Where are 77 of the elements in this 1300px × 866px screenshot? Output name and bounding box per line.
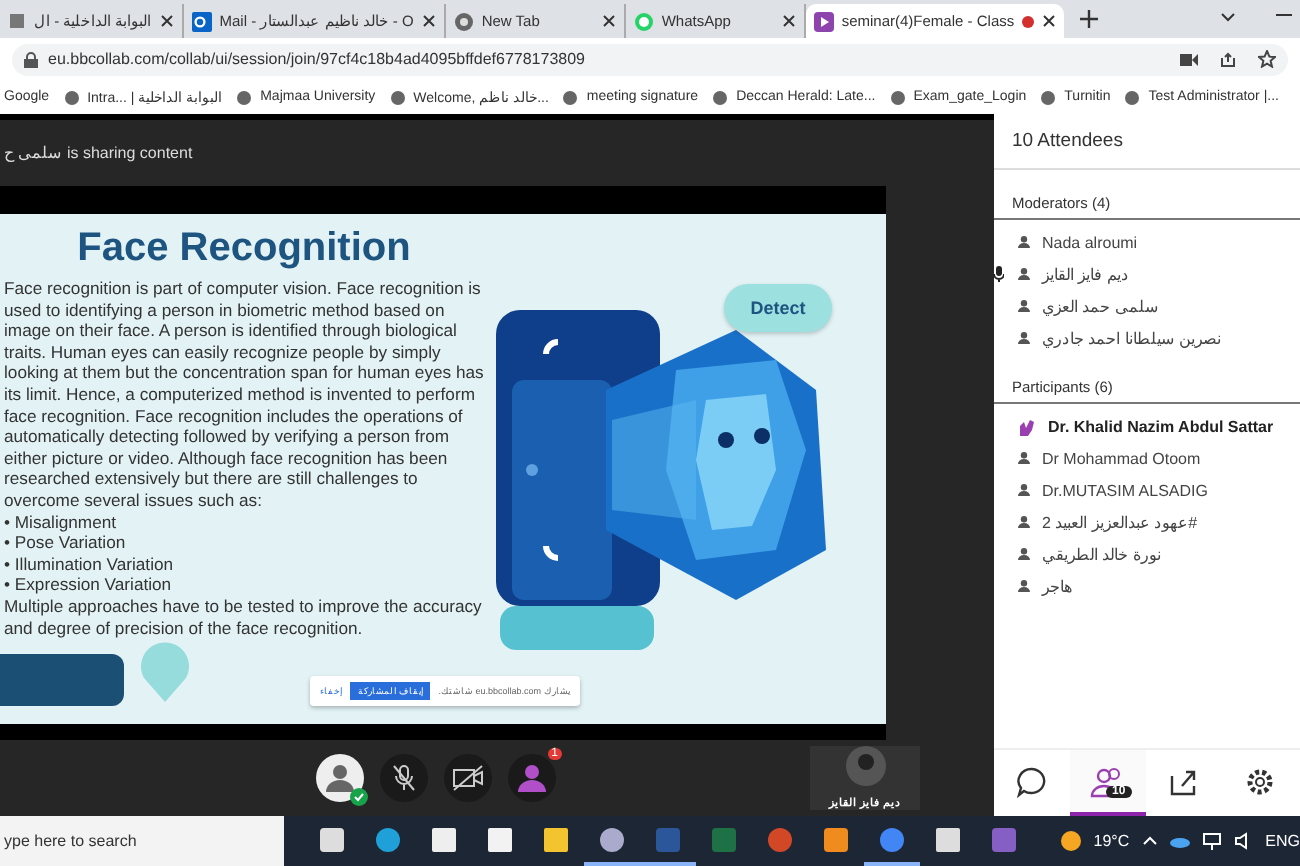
attendee-row[interactable]: نصرين سيلطانا احمد جادري [994,322,1300,354]
slide-title: Face Recognition [75,226,413,272]
person-icon [326,764,354,792]
share-icon [1168,765,1200,797]
bullet-item: • Illumination Variation [4,553,176,575]
chat-icon [1016,765,1048,797]
app-icon [767,827,792,851]
app-icon [319,827,344,851]
minimize-icon[interactable] [1276,14,1292,18]
attendee-row[interactable]: سلمى حمد العزي [994,290,1300,322]
chat-bubble-icon [633,11,654,31]
attendee-row[interactable]: ديم فايز القايز [994,258,1300,290]
app-icon [991,827,1016,851]
app-icon [711,827,736,851]
star-icon[interactable] [1258,50,1276,68]
share-icon[interactable] [1220,51,1236,67]
people-icon [1090,765,1126,797]
attendee-row[interactable]: Nada alroumi [994,226,1300,258]
person-icon [1018,300,1030,312]
person-icon [1018,516,1030,528]
mail-icon [191,11,212,31]
drop-shape [138,642,192,702]
detect-label: Detect [724,284,832,332]
microphone-button[interactable] [380,754,428,802]
recording-icon [1022,15,1035,27]
attendees-heading: 10 Attendees [994,114,1300,170]
person-icon [1018,548,1030,560]
search-field[interactable]: ype here to search [0,816,284,866]
app-icon [375,827,400,851]
sharing-notice: سلمى ح is sharing content [4,144,193,162]
language-indicator[interactable]: ENG [1265,832,1300,850]
slide-shape [0,654,124,706]
cloud-icon[interactable] [1169,835,1190,847]
close-icon[interactable] [421,14,436,28]
avatar-icon [845,746,885,786]
attendee-row[interactable]: Dr Mohammad Otoom [994,442,1300,474]
attendee-row[interactable]: عهود عبدالعزيز العبيد 2# [994,506,1300,538]
person-icon [1018,452,1030,464]
weather-text: 19°C [1093,832,1130,850]
bullet-item: • Expression Variation [4,574,174,596]
app-icon [599,827,624,851]
person-icon [1018,268,1030,280]
slide-paragraph: Face recognition is part of computer vision. Face recognition is used to identifying a person in biometric method based on image on their face. A person is identified through biological traits. Human eyes can easily recognize people by simply looking at them but the concentration span for human eyes has its limit. Hence, a computerized method is invented to perform face recognition. Face recognition includes the operations of automatically detecting followed by verifying a person from either picture or video. Although face recognition has been researched extensively but there are still challenges to overcome several issues such as: [4,278,486,512]
close-icon[interactable] [1042,14,1057,28]
chevron-icon[interactable] [1220,12,1236,24]
new-tab-icon[interactable] [1080,10,1099,28]
app-icon [879,827,904,851]
app-icon [543,827,568,851]
sun-icon [1059,830,1082,852]
lock-icon [24,51,38,67]
bullet-item: • Pose Variation [4,532,128,554]
camera-button[interactable] [444,754,492,802]
profile-button[interactable] [316,754,364,802]
person-icon [1018,484,1030,496]
attendee-row[interactable]: Dr. Khalid Nazim Abdul Sattar [994,410,1300,442]
app-icon [655,827,680,851]
person-icon [1018,332,1030,344]
app-icon [431,827,456,851]
play-icon [813,11,834,31]
attendee-row[interactable]: Dr.MUTASIM ALSADIG [994,474,1300,506]
app-icon [935,827,960,851]
settings-icon [1244,765,1276,797]
attendee-row[interactable]: نورة خالد الطريقي [994,538,1300,570]
bullet-item: • Misalignment [4,511,119,533]
close-icon[interactable] [601,14,616,28]
address-bar[interactable]: eu.bbcollab.com/collab/ui/session/join/97cf4c18b4ad4095bffdef6778173809 [12,43,1288,75]
attendee-row[interactable]: هاجر [994,570,1300,602]
app-icon [487,827,512,851]
page-icon [8,12,26,30]
network-icon[interactable] [1201,832,1222,850]
person-icon [1018,580,1030,592]
app-icon [823,827,848,851]
close-icon[interactable] [159,14,174,28]
person-icon [1018,236,1030,248]
close-icon[interactable] [781,14,796,28]
slide-paragraph: Multiple approaches have to be tested to improve the accuracy and degree of precision of the face recognition. [4,595,484,639]
camera-icon[interactable] [1180,53,1198,65]
